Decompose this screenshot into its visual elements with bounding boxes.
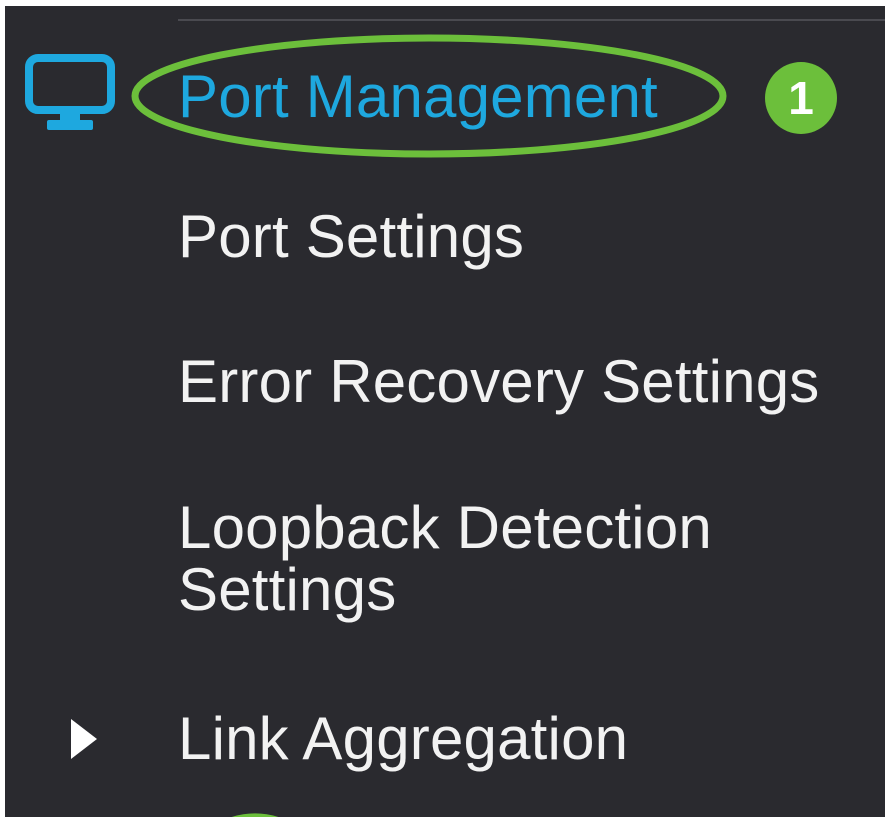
caret-right-icon[interactable] <box>69 717 99 761</box>
sidebar-item-label: Error Recovery Settings <box>178 348 820 415</box>
sidebar-nav-panel: Port Management 1 Port Settings Error Re… <box>5 6 885 817</box>
sidebar-item-label: Loopback Detection Settings <box>178 494 712 623</box>
highlight-annotation-partial <box>231 813 279 817</box>
sidebar-item-label: Port Settings <box>178 203 525 270</box>
sidebar-item-label: Link Aggregation <box>178 705 629 772</box>
nav-section-label: Port Management <box>178 63 658 130</box>
sidebar-item-error-recovery-settings[interactable]: Error Recovery Settings <box>5 341 885 431</box>
sidebar-item-loopback-detection-settings[interactable]: Loopback Detection Settings <box>5 491 885 631</box>
sidebar-item-link-aggregation[interactable]: Link Aggregation <box>5 696 885 786</box>
nav-section-port-management[interactable]: Port Management <box>5 6 885 166</box>
monitor-icon <box>25 54 115 130</box>
step-number-badge: 1 <box>765 62 837 134</box>
sidebar-item-port-settings[interactable]: Port Settings <box>5 196 885 286</box>
